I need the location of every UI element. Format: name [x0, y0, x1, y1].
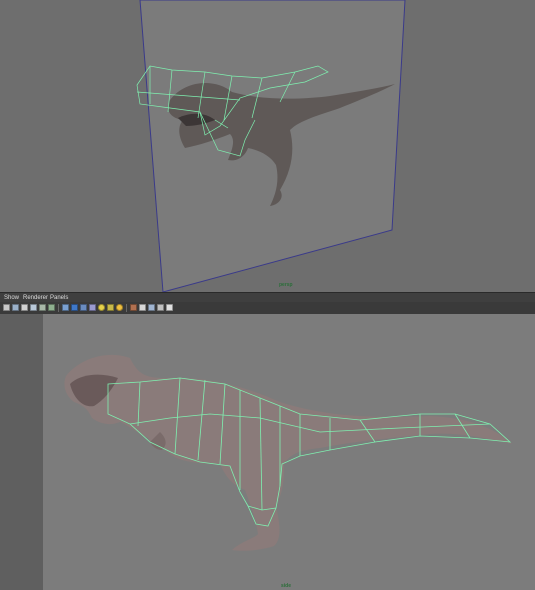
camera-label-side: side: [281, 583, 292, 589]
lighting-icon[interactable]: [98, 304, 105, 311]
smooth-shade-icon[interactable]: [71, 304, 78, 311]
perspective-scene: [136, 0, 406, 292]
camera-label-persp: persp: [279, 282, 293, 288]
bookmark-icon[interactable]: [21, 304, 28, 311]
wireframe-icon[interactable]: [62, 304, 69, 311]
shadows-icon[interactable]: [107, 304, 114, 311]
xray-joints-icon[interactable]: [148, 304, 155, 311]
ambient-occlusion-icon[interactable]: [116, 304, 123, 311]
texture-icon[interactable]: [89, 304, 96, 311]
xray-icon[interactable]: [130, 304, 137, 311]
select-camera-icon[interactable]: [3, 304, 10, 311]
side-viewport[interactable]: side: [0, 314, 535, 590]
perspective-viewport[interactable]: persp: [0, 0, 535, 292]
toolbar-separator: [58, 304, 59, 312]
image-plane-icon[interactable]: [30, 304, 37, 311]
image-plane-margin: [0, 314, 43, 590]
wireframe-on-shaded-icon[interactable]: [80, 304, 87, 311]
film-gate-icon[interactable]: [48, 304, 55, 311]
resolution-gate-icon[interactable]: [166, 304, 173, 311]
toolbar-separator: [126, 304, 127, 312]
camera-attributes-icon[interactable]: [12, 304, 19, 311]
side-scene: [0, 314, 535, 590]
grid-icon[interactable]: [39, 304, 46, 311]
isolate-select-icon[interactable]: [139, 304, 146, 311]
xray-active-components-icon[interactable]: [157, 304, 164, 311]
